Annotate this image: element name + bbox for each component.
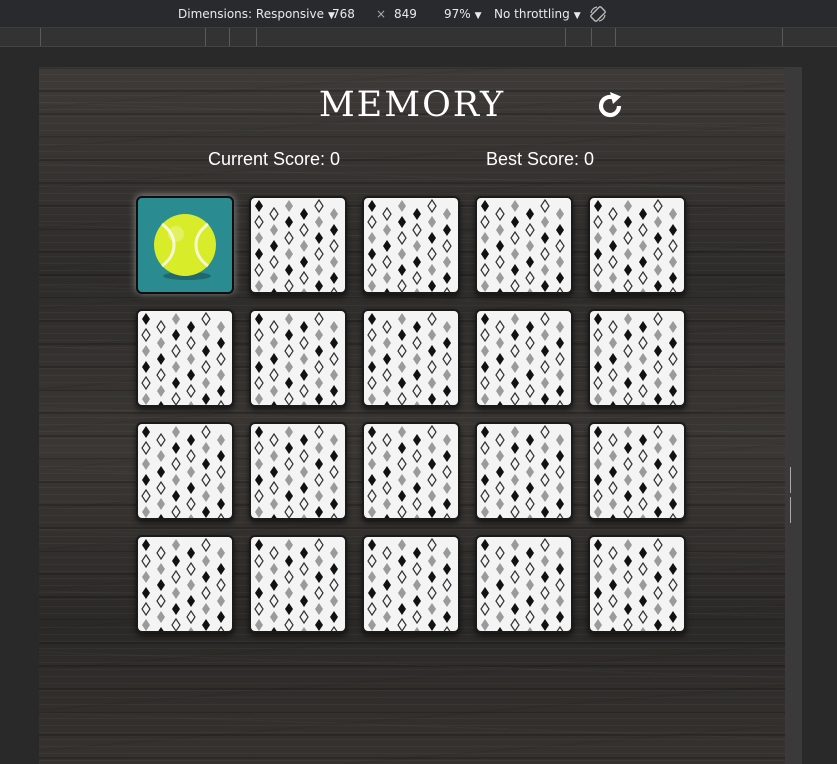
diamond-pattern-icon (593, 537, 678, 631)
memory-card[interactable] (136, 535, 234, 633)
memory-card[interactable] (249, 535, 347, 633)
diamond-pattern-icon (367, 537, 452, 631)
current-score: Current Score: 0 (208, 149, 341, 169)
diamond-pattern-icon (254, 311, 339, 405)
card-grid (136, 196, 686, 633)
resize-handle[interactable] (790, 467, 795, 523)
diamond-pattern-icon (593, 198, 678, 292)
tennis-ball-icon (154, 214, 216, 280)
memory-card[interactable] (136, 422, 234, 520)
times-separator: × (376, 7, 387, 21)
dimensions-dropdown[interactable]: Dimensions: Responsive ▼ (178, 7, 335, 21)
height-input[interactable]: 849 (394, 7, 417, 21)
best-score: Best Score: 0 (486, 149, 595, 169)
restart-icon[interactable] (594, 90, 626, 122)
rotate-device-icon[interactable] (589, 5, 607, 23)
memory-card[interactable] (362, 422, 460, 520)
memory-card[interactable] (249, 196, 347, 294)
memory-card[interactable] (588, 309, 686, 407)
zoom-label: 97% (444, 7, 471, 21)
diamond-pattern-icon (141, 424, 226, 518)
dimensions-label: Dimensions: Responsive (178, 7, 324, 21)
diamond-pattern-icon (367, 424, 452, 518)
diamond-pattern-icon (254, 537, 339, 631)
memory-card[interactable] (136, 309, 234, 407)
throttling-dropdown[interactable]: No throttling ▼ (494, 7, 581, 21)
memory-card[interactable] (136, 196, 234, 294)
diamond-pattern-icon (480, 424, 565, 518)
viewport-scrollbar (785, 67, 802, 764)
width-input[interactable]: 768 (332, 7, 355, 21)
emulated-viewport: MEMORY Current Score: 0 Best Score: 0 (39, 67, 785, 764)
device-toolbar: Dimensions: Responsive ▼ 768 × 849 97% ▼ N… (0, 0, 837, 28)
memory-card[interactable] (588, 422, 686, 520)
memory-card[interactable] (475, 309, 573, 407)
memory-card[interactable] (249, 309, 347, 407)
diamond-pattern-icon (593, 424, 678, 518)
diamond-pattern-icon (254, 198, 339, 292)
diamond-pattern-icon (480, 311, 565, 405)
diamond-pattern-icon (141, 311, 226, 405)
diamond-pattern-icon (367, 198, 452, 292)
diamond-pattern-icon (593, 311, 678, 405)
diamond-pattern-icon (480, 537, 565, 631)
memory-card[interactable] (475, 196, 573, 294)
diamond-pattern-icon (480, 198, 565, 292)
memory-card[interactable] (475, 422, 573, 520)
throttling-label: No throttling (494, 7, 570, 21)
media-query-ruler (0, 28, 837, 47)
memory-card[interactable] (249, 422, 347, 520)
memory-card[interactable] (362, 535, 460, 633)
memory-card[interactable] (362, 309, 460, 407)
memory-card[interactable] (588, 196, 686, 294)
diamond-pattern-icon (141, 537, 226, 631)
diamond-pattern-icon (367, 311, 452, 405)
diamond-pattern-icon (254, 424, 339, 518)
chevron-down-icon: ▼ (573, 11, 581, 21)
memory-card[interactable] (475, 535, 573, 633)
game-title: MEMORY (318, 85, 506, 125)
chevron-down-icon: ▼ (474, 11, 482, 21)
memory-card[interactable] (588, 535, 686, 633)
memory-card[interactable] (362, 196, 460, 294)
zoom-dropdown[interactable]: 97% ▼ (444, 7, 482, 21)
